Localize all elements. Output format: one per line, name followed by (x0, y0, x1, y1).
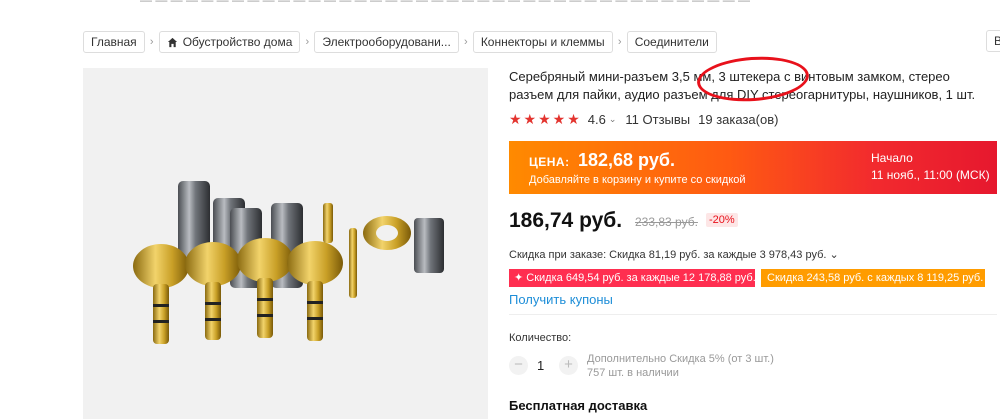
rating-stars: ★★★★★ (509, 110, 582, 127)
quantity-label: Количество: (509, 332, 572, 344)
coupon-seller[interactable]: Скидка 243,58 руб. с каждых 8 119,25 руб… (761, 269, 985, 287)
promo-start-label: Начало (871, 151, 913, 165)
coupon-seller-text: Скидка 243,58 руб. с каждых 8 119,25 руб… (767, 272, 984, 284)
promo-start: Начало 11 нояб., 11:00 (МСК) (847, 141, 997, 194)
breadcrumb-connectors[interactable]: Коннекторы и клеммы (472, 31, 613, 53)
bulk-discount: Дополнительно Скидка 5% (от 3 шт.) (587, 353, 774, 365)
rating-score[interactable]: 4.6 (588, 112, 606, 127)
breadcrumb-cutoff[interactable]: В (986, 30, 1000, 52)
stock-available: 757 шт. в наличии (587, 367, 679, 379)
quantity-minus-button[interactable]: − (509, 356, 528, 375)
breadcrumb-separator: › (305, 36, 310, 48)
order-discount-text: Скидка при заказе: Скидка 81,19 руб. за … (509, 249, 827, 261)
coupon-store-text: Скидка 649,54 руб. за каждые 12 178,88 р… (526, 272, 756, 284)
jack-connectors-image (83, 68, 488, 419)
shipping-title: Бесплатная доставка (509, 398, 648, 413)
current-price: 186,74 руб. (509, 209, 623, 232)
cropped-text: — — — — — — — — — — — — — — — — — — — — … (140, 0, 751, 7)
chevron-down-icon: ⌄ (829, 249, 839, 261)
promo-subtitle: Добавляйте в корзину и купите со скидкой (529, 174, 746, 186)
breadcrumb-home[interactable]: Главная (83, 31, 145, 53)
promo-price: 182,68 руб. (578, 150, 675, 170)
breadcrumb-separator: › (617, 36, 622, 48)
coupon-store[interactable]: ✦ Скидка 649,54 руб. за каждые 12 178,88… (509, 269, 756, 287)
order-discount[interactable]: Скидка при заказе: Скидка 81,19 руб. за … (509, 248, 839, 261)
breadcrumb: Главная › Обустройство дома › Электрообо… (83, 30, 717, 54)
reviews-link[interactable]: 11 Отзывы (625, 112, 690, 127)
breadcrumb-couplers[interactable]: Соединители (626, 31, 717, 53)
quantity-value[interactable]: 1 (537, 358, 544, 373)
get-coupons-link[interactable]: Получить купоны (509, 292, 613, 307)
chevron-down-icon[interactable]: ⌄ (609, 114, 617, 125)
promo-banner: ЦЕНА: 182,68 руб. Добавляйте в корзину и… (509, 141, 997, 194)
old-price: 233,83 руб. (635, 215, 698, 229)
breadcrumb-separator: › (149, 36, 154, 48)
quantity-plus-button[interactable]: + (559, 356, 578, 375)
breadcrumb-home-goods[interactable]: Обустройство дома (158, 31, 301, 53)
promo-start-date: 11 нояб., 11:00 (МСК) (871, 168, 990, 182)
discount-badge: -20% (706, 213, 738, 227)
rating-row: ★★★★★ 4.6 ⌄ 11 Отзывы 19 заказа(ов) (509, 111, 778, 127)
orders-count: 19 заказа(ов) (698, 111, 779, 127)
product-image[interactable] (83, 68, 488, 419)
breadcrumb-separator: › (463, 36, 468, 48)
divider (509, 314, 997, 315)
breadcrumb-electrical[interactable]: Электрооборудовани... (314, 31, 459, 53)
home-icon (167, 37, 177, 47)
top-cropped-strip: — — — — — — — — — — — — — — — — — — — — … (0, 0, 1000, 14)
promo-price-label: ЦЕНА: (529, 155, 570, 169)
